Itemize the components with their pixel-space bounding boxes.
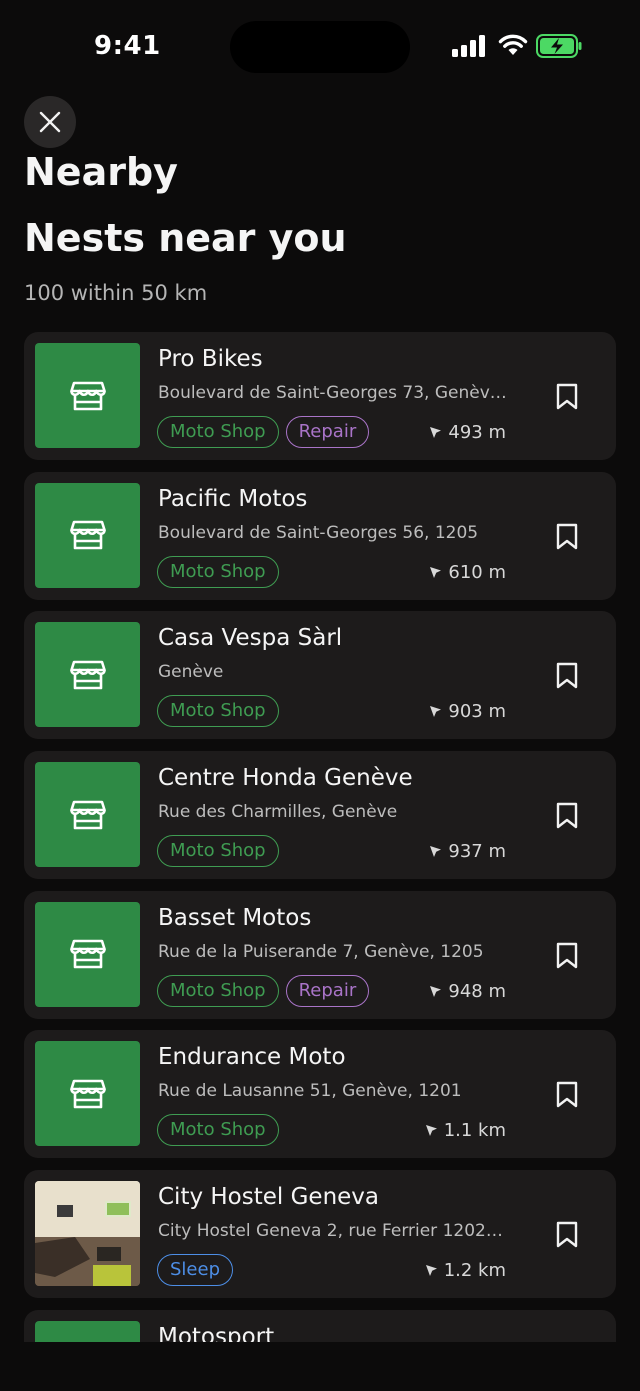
store-icon — [69, 519, 106, 551]
place-card[interactable]: Basset Motos Rue de la Puiserande 7, Genè… — [24, 890, 616, 1019]
location-arrow-icon — [429, 426, 442, 439]
store-icon — [69, 659, 106, 691]
location-arrow-icon — [429, 705, 442, 718]
hostel-photo-image — [35, 1181, 140, 1287]
place-name: Centre Honda Genève — [158, 765, 413, 792]
distance-value: 937 m — [448, 841, 506, 863]
nearby-screen: 9:41 Nearby Nests near you 100 within 50… — [0, 0, 640, 1391]
wifi-icon — [498, 34, 528, 55]
store-icon — [69, 799, 106, 831]
place-distance: 493 m — [429, 422, 506, 443]
place-address: Genève — [158, 662, 224, 683]
place-name: Casa Vespa Sàrl — [158, 625, 343, 652]
store-icon — [69, 380, 106, 412]
location-arrow-icon — [425, 1124, 438, 1137]
place-distance: 937 m — [429, 841, 506, 862]
category-tags: Moto Shop — [157, 1114, 279, 1147]
place-name: Pro Bikes — [158, 346, 263, 372]
place-card[interactable]: Centre Honda Genève Rue des Charmilles, G… — [24, 751, 616, 880]
place-thumbnail — [35, 622, 140, 728]
results-count: 100 within 50 km — [24, 281, 208, 305]
category-tags: Moto Shop Repair — [157, 416, 370, 448]
location-arrow-icon — [429, 845, 442, 858]
category-tag: Repair — [285, 416, 370, 448]
places-list: Pro Bikes Boulevard de Saint-Georges 73, … — [24, 332, 616, 1342]
place-thumbnail — [35, 1320, 140, 1342]
place-address: Rue de Lausanne 51, Genève, 1201 — [158, 1081, 462, 1102]
bookmark-icon[interactable] — [556, 523, 578, 550]
place-name: Motosport — [158, 1323, 275, 1342]
bookmark-icon[interactable] — [556, 942, 578, 969]
category-tags: Moto Shop Repair — [157, 974, 370, 1007]
distance-value: 610 m — [448, 561, 506, 583]
location-arrow-icon — [425, 1264, 438, 1277]
status-bar: 9:41 — [0, 0, 640, 96]
place-name: Pacific Motos — [158, 485, 308, 512]
place-thumbnail — [35, 1041, 140, 1147]
place-thumbnail — [35, 343, 140, 448]
bookmark-icon[interactable] — [556, 662, 578, 689]
place-card[interactable]: Casa Vespa Sàrl Genève Moto Shop 903 m — [24, 611, 616, 740]
distance-value: 903 m — [448, 701, 506, 723]
place-thumbnail — [35, 762, 140, 868]
place-name: City Hostel Geneva — [158, 1184, 380, 1211]
place-distance: 610 m — [429, 562, 506, 583]
location-arrow-icon — [429, 985, 442, 998]
section-title: Nests near you — [24, 216, 347, 260]
store-icon — [69, 1078, 106, 1110]
cellular-signal-icon — [452, 35, 485, 57]
bookmark-icon[interactable] — [556, 802, 578, 829]
place-card[interactable]: City Hostel Geneva City Hostel Geneva 2, … — [24, 1170, 616, 1299]
places-list-viewport[interactable]: Pro Bikes Boulevard de Saint-Georges 73, … — [0, 332, 640, 1342]
category-tag: Moto Shop — [157, 835, 279, 868]
place-card[interactable]: Motosport — [24, 1309, 616, 1342]
distance-value: 493 m — [448, 422, 506, 443]
bookmark-icon[interactable] — [556, 1081, 578, 1108]
place-card[interactable]: Pacific Motos Boulevard de Saint-Georges … — [24, 471, 616, 600]
store-icon — [69, 938, 106, 970]
dynamic-island — [230, 21, 410, 73]
place-thumbnail — [35, 482, 140, 588]
category-tags: Moto Shop — [157, 695, 279, 728]
place-name: Basset Motos — [158, 904, 312, 931]
place-photo — [35, 1181, 140, 1287]
place-distance: 903 m — [429, 701, 506, 722]
category-tag: Moto Shop — [157, 555, 279, 588]
category-tag: Moto Shop — [157, 695, 279, 728]
status-icons — [452, 33, 582, 61]
place-distance: 948 m — [429, 981, 506, 1002]
battery-charging-icon — [536, 34, 582, 58]
category-tag: Sleep — [157, 1254, 234, 1287]
distance-value: 1.2 km — [443, 1260, 506, 1282]
close-icon — [39, 111, 61, 133]
place-address: Boulevard de Saint-Georges 56, 1205 — [158, 522, 479, 543]
category-tags: Moto Shop — [157, 555, 279, 588]
place-card[interactable]: Pro Bikes Boulevard de Saint-Georges 73, … — [24, 332, 616, 460]
place-address: City Hostel Geneva 2, rue Ferrier 1202 G… — [158, 1221, 508, 1242]
distance-value: 948 m — [448, 980, 506, 1002]
location-arrow-icon — [429, 566, 442, 579]
category-tags: Sleep — [157, 1254, 234, 1287]
close-button[interactable] — [24, 96, 76, 148]
place-distance: 1.1 km — [425, 1120, 506, 1141]
category-tag: Repair — [285, 974, 370, 1007]
place-thumbnail — [35, 901, 140, 1007]
bottom-safe-area — [0, 1342, 640, 1391]
place-address: Rue des Charmilles, Genève — [158, 802, 398, 823]
bookmark-icon[interactable] — [556, 383, 578, 410]
place-distance: 1.2 km — [425, 1260, 506, 1281]
category-tag: Moto Shop — [157, 1114, 279, 1147]
category-tag: Moto Shop — [157, 974, 279, 1007]
place-name: Endurance Moto — [158, 1044, 346, 1071]
status-time: 9:41 — [94, 31, 161, 61]
distance-value: 1.1 km — [443, 1120, 506, 1142]
page-title: Nearby — [24, 150, 178, 194]
place-card[interactable]: Endurance Moto Rue de Lausanne 51, Genève… — [24, 1030, 616, 1159]
place-address: Boulevard de Saint-Georges 73, Genève, 1… — [158, 383, 508, 403]
category-tags: Moto Shop — [157, 835, 279, 868]
category-tag: Moto Shop — [157, 416, 279, 448]
bookmark-icon[interactable] — [556, 1221, 578, 1248]
place-address: Rue de la Puiserande 7, Genève, 1205 — [158, 941, 484, 962]
